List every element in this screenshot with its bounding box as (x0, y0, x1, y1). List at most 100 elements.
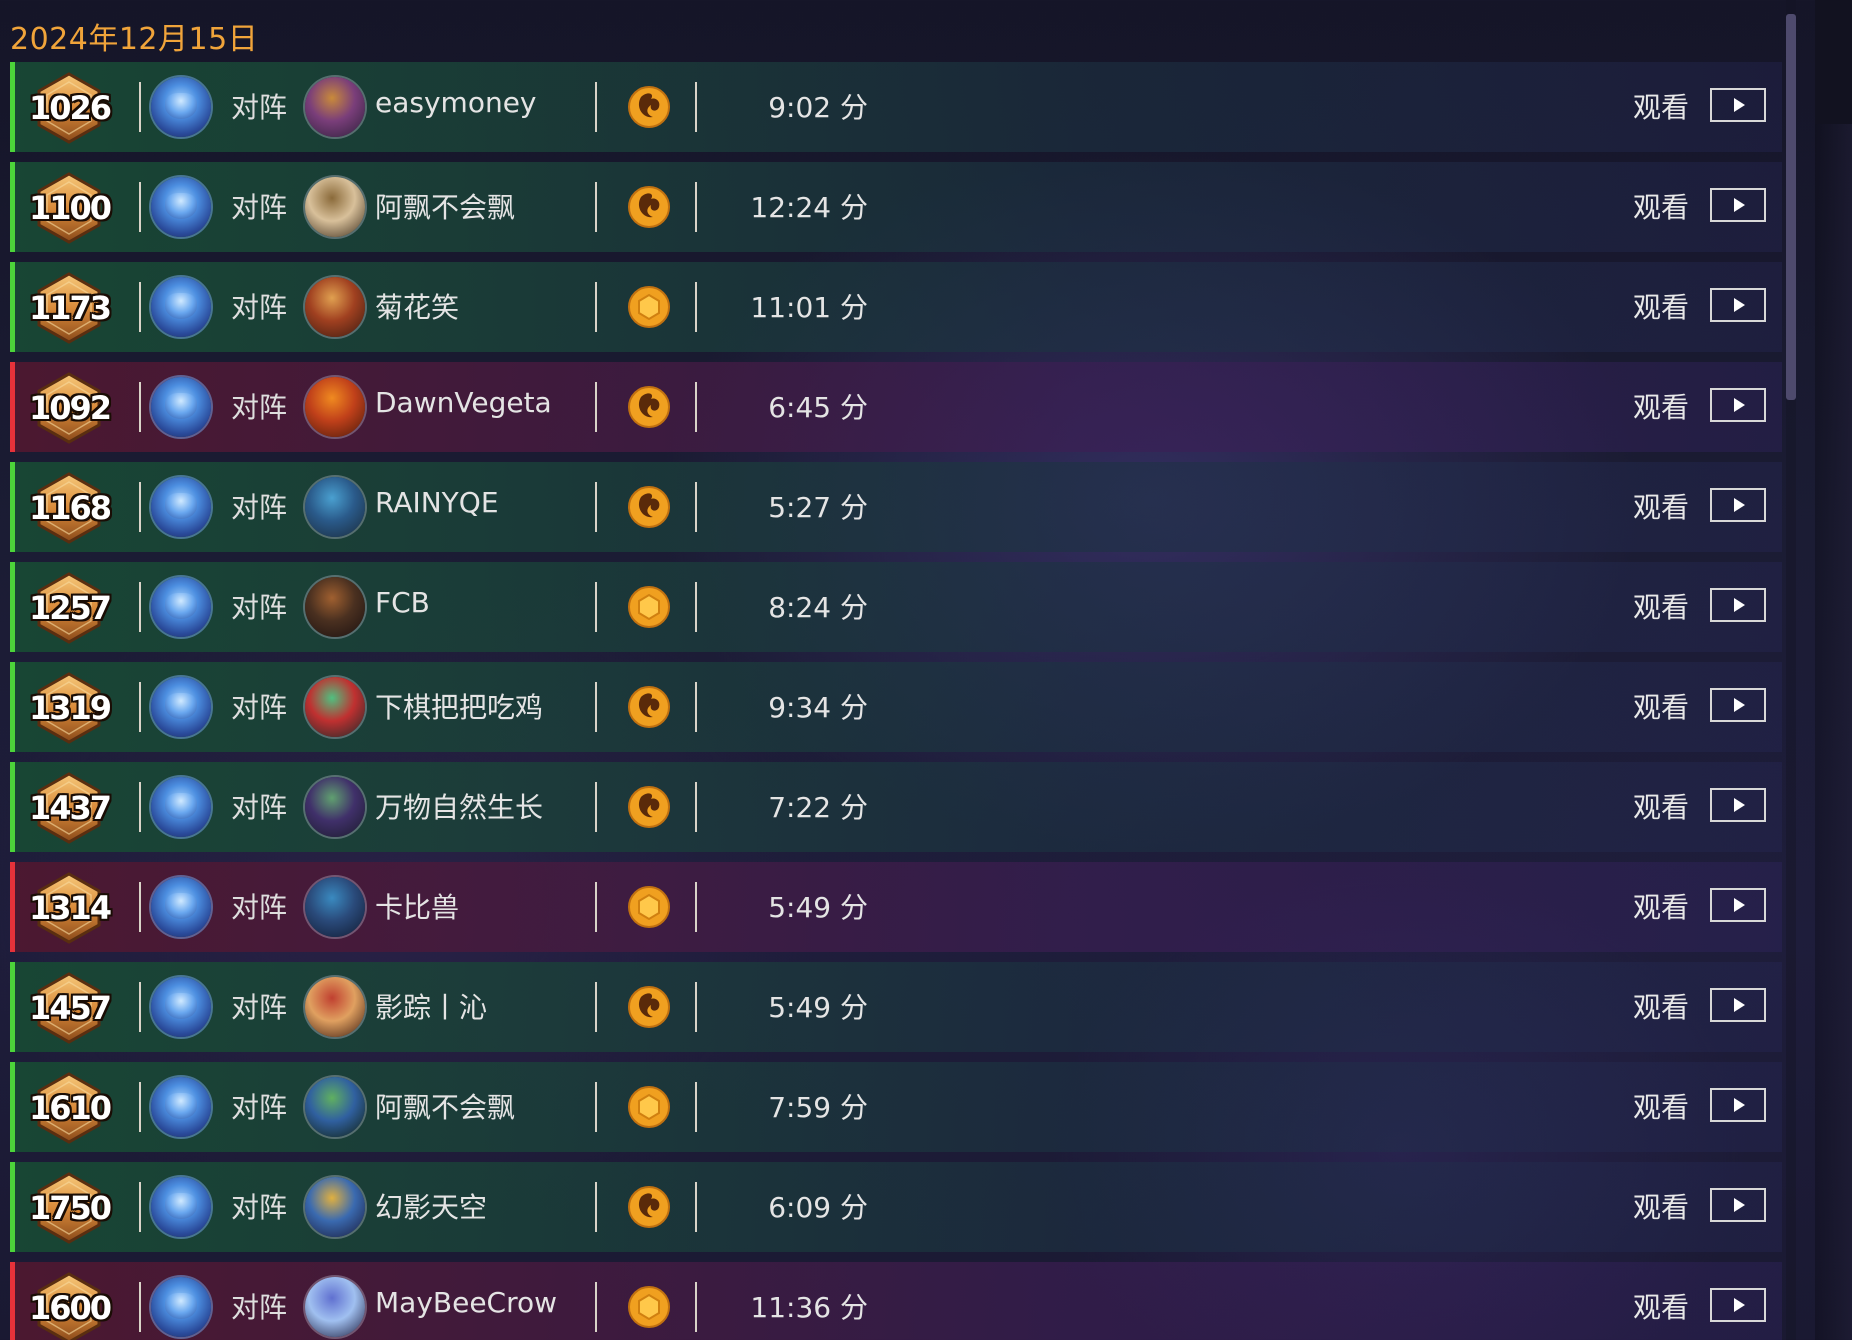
divider (139, 482, 141, 532)
fire-swirl-icon (627, 85, 671, 129)
divider (695, 82, 697, 132)
rank-badge: 1600 (29, 1272, 112, 1340)
divider (595, 482, 597, 532)
opponent-name[interactable]: FCB (375, 586, 430, 619)
divider (139, 782, 141, 832)
divider (695, 1182, 697, 1232)
opponent-name[interactable]: 万物自然生长 (375, 786, 543, 826)
player-hero-avatar (151, 1077, 211, 1137)
opponent-name[interactable]: 卡比兽 (375, 886, 459, 926)
watch-link[interactable]: 观看 (1633, 586, 1689, 626)
rank-value: 1026 (29, 89, 112, 127)
player-hero-avatar (151, 77, 211, 137)
fire-swirl-icon (627, 785, 671, 829)
watch-link[interactable]: 观看 (1633, 1086, 1689, 1126)
play-replay-button[interactable] (1710, 888, 1766, 922)
player-hero-avatar (151, 677, 211, 737)
opponent-name[interactable]: 下棋把把吃鸡 (375, 686, 543, 726)
vs-label: 对阵 (231, 191, 288, 224)
player-hero-avatar (151, 877, 211, 937)
match-row: 1319 对阵 下棋把把吃鸡 9:34 分 观看 (10, 662, 1782, 752)
watch-link[interactable]: 观看 (1633, 886, 1689, 926)
fire-swirl-icon (627, 185, 671, 229)
divider (695, 582, 697, 632)
divider (139, 1182, 141, 1232)
watch-link[interactable]: 观看 (1633, 386, 1689, 426)
divider (595, 182, 597, 232)
play-replay-button[interactable] (1710, 788, 1766, 822)
watch-link[interactable]: 观看 (1633, 986, 1689, 1026)
match-duration: 11:36 分 (750, 1291, 868, 1324)
match-duration: 9:02 分 (768, 91, 868, 124)
vs-label: 对阵 (231, 991, 288, 1024)
play-replay-button[interactable] (1710, 588, 1766, 622)
opponent-name[interactable]: 阿飘不会飘 (375, 186, 515, 226)
opponent-name[interactable]: 菊花笑 (375, 286, 459, 326)
fire-swirl-icon (627, 485, 671, 529)
opponent-avatar (305, 977, 365, 1037)
play-replay-button[interactable] (1710, 1188, 1766, 1222)
divider (595, 1082, 597, 1132)
side-panel-corner (1815, 0, 1852, 124)
opponent-name[interactable]: 影踪丨沁 (375, 986, 487, 1026)
play-replay-button[interactable] (1710, 1088, 1766, 1122)
watch-link[interactable]: 观看 (1633, 486, 1689, 526)
player-hero-avatar (151, 277, 211, 337)
match-duration: 11:01 分 (750, 291, 868, 324)
opponent-name[interactable]: RAINYQE (375, 486, 499, 519)
divider (595, 282, 597, 332)
divider (695, 782, 697, 832)
watch-link[interactable]: 观看 (1633, 286, 1689, 326)
watch-link[interactable]: 观看 (1633, 186, 1689, 226)
rank-value: 1610 (29, 1089, 112, 1127)
player-hero-avatar (151, 377, 211, 437)
divider (695, 1282, 697, 1332)
vs-label: 对阵 (231, 491, 288, 524)
opponent-avatar (305, 77, 365, 137)
match-row: 1173 对阵 菊花笑 11:01 分 观看 (10, 262, 1782, 352)
divider (139, 282, 141, 332)
divider (695, 882, 697, 932)
match-row: 1257 对阵 FCB 8:24 分 观看 (10, 562, 1782, 652)
rank-value: 1319 (29, 689, 112, 727)
divider (139, 82, 141, 132)
play-replay-button[interactable] (1710, 288, 1766, 322)
fire-swirl-icon (627, 385, 671, 429)
hexagon-coin-icon (627, 885, 671, 929)
play-replay-button[interactable] (1710, 188, 1766, 222)
hexagon-coin-icon (627, 285, 671, 329)
match-row: 1437 对阵 万物自然生长 7:22 分 观看 (10, 762, 1782, 852)
scrollbar-thumb[interactable] (1786, 14, 1796, 400)
opponent-name[interactable]: DawnVegeta (375, 386, 552, 419)
date-header: 2024年12月15日 (10, 22, 259, 57)
rank-badge: 1437 (29, 772, 112, 844)
play-replay-button[interactable] (1710, 488, 1766, 522)
divider (695, 1082, 697, 1132)
vs-label: 对阵 (231, 591, 288, 624)
opponent-name[interactable]: 阿飘不会飘 (375, 1086, 515, 1126)
opponent-name[interactable]: MayBeeCrow (375, 1286, 557, 1319)
vs-label: 对阵 (231, 1291, 288, 1324)
play-replay-button[interactable] (1710, 388, 1766, 422)
play-replay-button[interactable] (1710, 688, 1766, 722)
opponent-name[interactable]: easymoney (375, 86, 537, 119)
rank-badge: 1173 (29, 272, 112, 344)
watch-link[interactable]: 观看 (1633, 1286, 1689, 1326)
match-row: 1457 对阵 影踪丨沁 5:49 分 观看 (10, 962, 1782, 1052)
watch-link[interactable]: 观看 (1633, 86, 1689, 126)
watch-link[interactable]: 观看 (1633, 686, 1689, 726)
vs-label: 对阵 (231, 291, 288, 324)
match-duration: 7:22 分 (768, 791, 868, 824)
play-replay-button[interactable] (1710, 88, 1766, 122)
play-replay-button[interactable] (1710, 988, 1766, 1022)
play-replay-button[interactable] (1710, 1288, 1766, 1322)
match-duration: 6:09 分 (768, 1191, 868, 1224)
rank-badge: 1314 (29, 872, 112, 944)
opponent-name[interactable]: 幻影天空 (375, 1186, 487, 1226)
watch-link[interactable]: 观看 (1633, 786, 1689, 826)
watch-link[interactable]: 观看 (1633, 1186, 1689, 1226)
hexagon-coin-icon (627, 585, 671, 629)
divider (595, 682, 597, 732)
vs-label: 对阵 (231, 91, 288, 124)
divider (139, 1082, 141, 1132)
